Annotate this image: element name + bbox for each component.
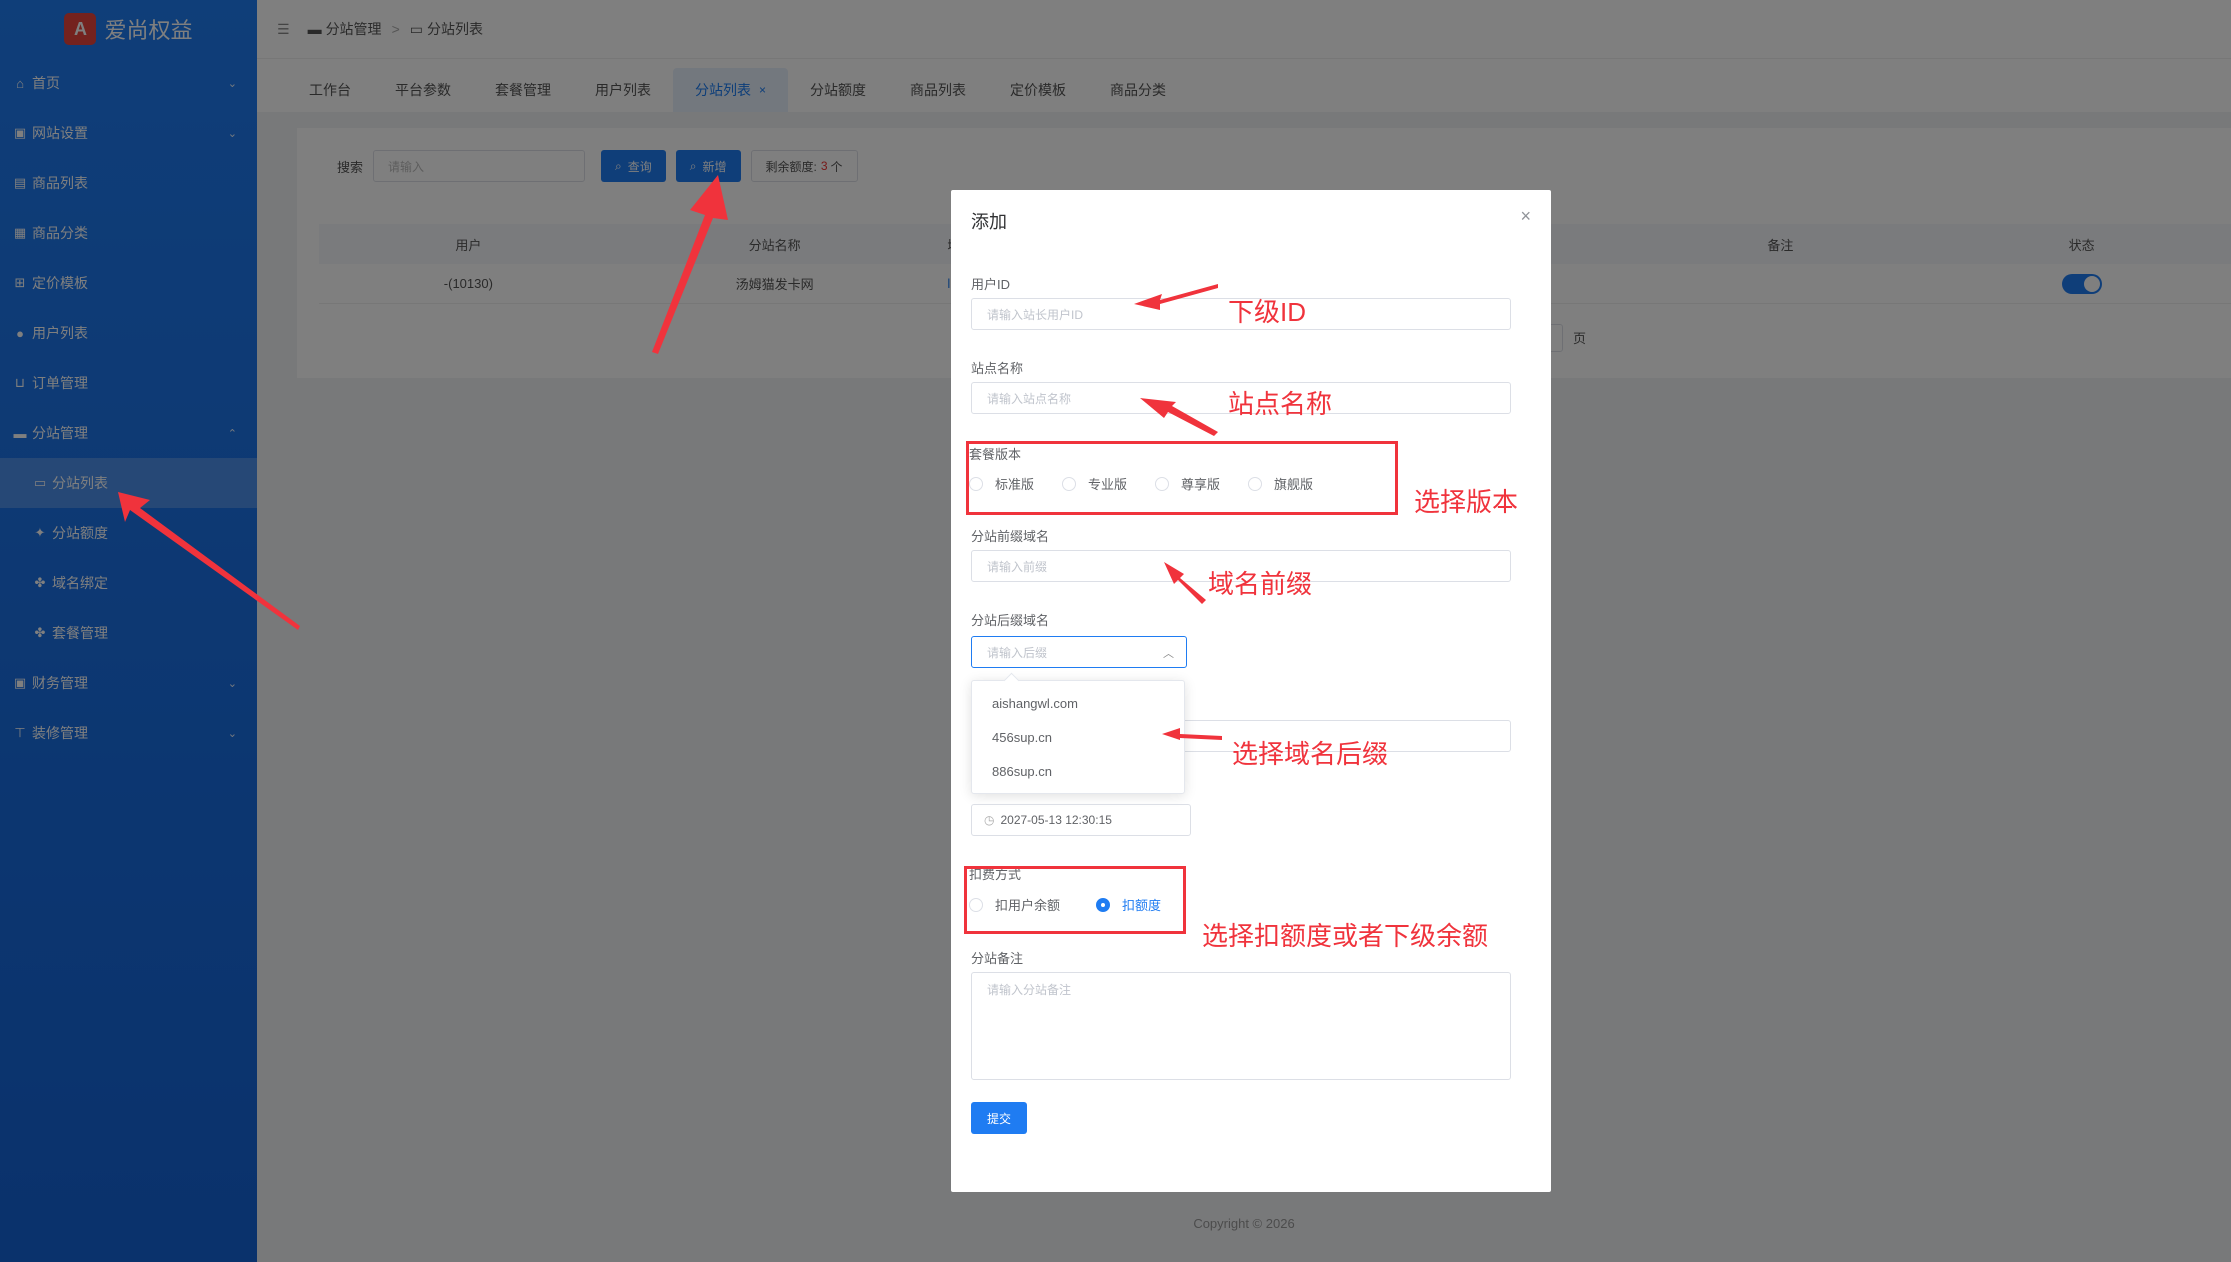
arrow-to-site-name [1140,398,1218,436]
arrow-to-add-button [652,175,728,354]
arrow-to-prefix [1164,562,1206,604]
arrow-to-suffix [1162,728,1222,740]
arrow-to-sidebar-item [118,492,300,630]
arrow-to-user-id [1134,284,1218,310]
annotation-arrows [118,175,1222,740]
